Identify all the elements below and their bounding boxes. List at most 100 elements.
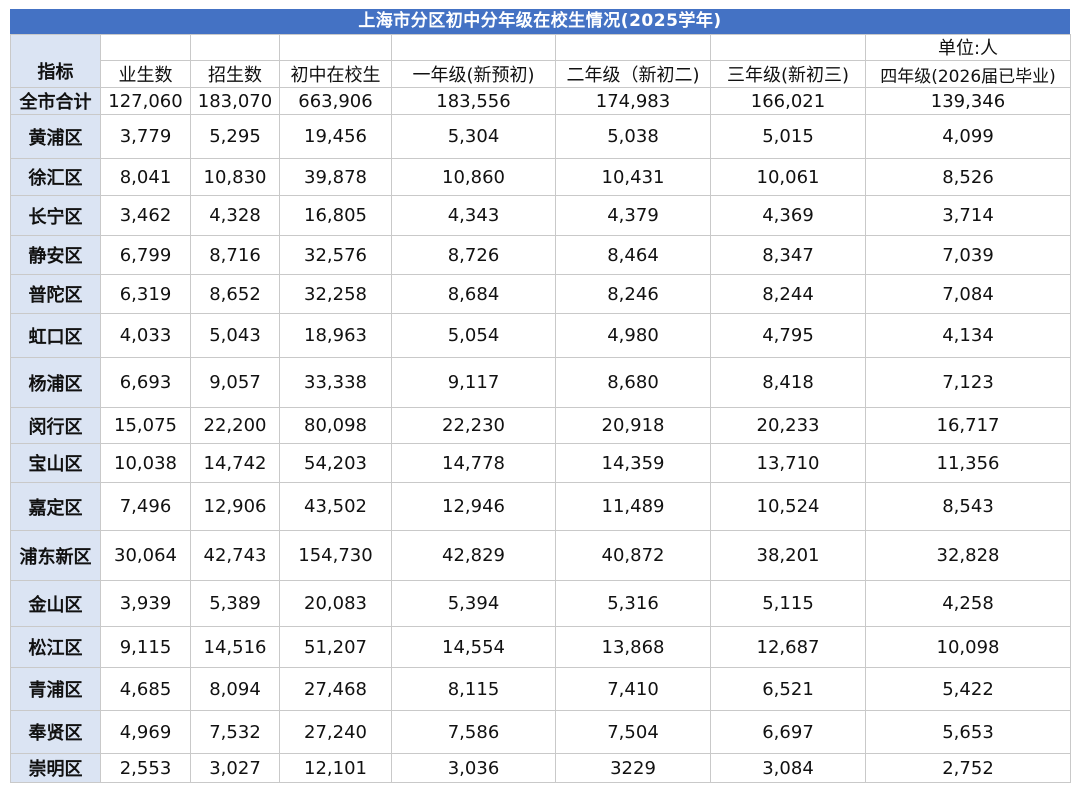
data-cell: 10,431 — [555, 158, 711, 196]
table-row: 松江区 9,115 14,516 51,207 14,554 13,868 12,687 10… — [10, 626, 1071, 668]
data-cell: 3,779 — [100, 114, 191, 159]
data-cell: 663,906 — [279, 87, 392, 115]
blank-cell — [190, 34, 280, 61]
row-label: 松江区 — [10, 626, 101, 668]
data-cell: 8,726 — [391, 235, 556, 275]
data-cell: 12,687 — [710, 626, 866, 668]
data-cell: 3,462 — [100, 195, 191, 236]
data-cell: 20,918 — [555, 407, 711, 444]
row-label: 徐汇区 — [10, 158, 101, 196]
table-row: 徐汇区 8,041 10,830 39,878 10,860 10,431 10,061 8,… — [10, 158, 1071, 196]
row-header-label: 指标 — [10, 34, 101, 88]
table-row: 金山区 3,939 5,389 20,083 5,394 5,316 5,115 4,258 — [10, 580, 1071, 627]
data-cell: 8,684 — [391, 274, 556, 314]
row-label: 杨浦区 — [10, 357, 101, 408]
data-cell: 10,524 — [710, 482, 866, 531]
table-row: 奉贤区 4,969 7,532 27,240 7,586 7,504 6,697 5,653 — [10, 710, 1071, 754]
data-cell: 5,304 — [391, 114, 556, 159]
data-cell: 11,356 — [865, 443, 1071, 483]
table-row: 浦东新区 30,064 42,743 154,730 42,829 40,872 38,20… — [10, 530, 1071, 581]
column-header: 二年级（新初二) — [555, 60, 711, 88]
data-cell: 7,586 — [391, 710, 556, 754]
data-cell: 5,316 — [555, 580, 711, 627]
row-label: 长宁区 — [10, 195, 101, 236]
data-cell: 43,502 — [279, 482, 392, 531]
table-row: 普陀区 6,319 8,652 32,258 8,684 8,246 8,244 7,084 — [10, 274, 1071, 314]
data-cell: 8,094 — [190, 667, 280, 711]
data-cell: 4,379 — [555, 195, 711, 236]
column-header: 三年级(新初三) — [710, 60, 866, 88]
table-row: 闵行区 15,075 22,200 80,098 22,230 20,918 20,233 1… — [10, 407, 1071, 444]
data-cell: 14,742 — [190, 443, 280, 483]
table-row: 静安区 6,799 8,716 32,576 8,726 8,464 8,347 7,039 — [10, 235, 1071, 275]
data-cell: 7,084 — [865, 274, 1071, 314]
data-cell: 6,693 — [100, 357, 191, 408]
data-cell: 15,075 — [100, 407, 191, 444]
data-cell: 51,207 — [279, 626, 392, 668]
data-cell: 80,098 — [279, 407, 392, 444]
data-cell: 12,946 — [391, 482, 556, 531]
data-cell: 7,496 — [100, 482, 191, 531]
data-cell: 4,980 — [555, 313, 711, 358]
data-cell: 5,422 — [865, 667, 1071, 711]
data-cell: 7,532 — [190, 710, 280, 754]
data-cell: 5,043 — [190, 313, 280, 358]
data-cell: 54,203 — [279, 443, 392, 483]
data-cell: 9,115 — [100, 626, 191, 668]
data-cell: 13,868 — [555, 626, 711, 668]
data-cell: 8,418 — [710, 357, 866, 408]
data-cell: 4,258 — [865, 580, 1071, 627]
data-cell: 2,553 — [100, 753, 191, 783]
row-label: 闵行区 — [10, 407, 101, 444]
data-cell: 5,389 — [190, 580, 280, 627]
data-cell: 3,036 — [391, 753, 556, 783]
column-header: 初中在校生 — [279, 60, 392, 88]
table-row: 黄浦区 3,779 5,295 19,456 5,304 5,038 5,015 4,099 — [10, 114, 1071, 159]
data-cell: 11,489 — [555, 482, 711, 531]
data-cell: 14,359 — [555, 443, 711, 483]
data-cell: 2,752 — [865, 753, 1071, 783]
data-cell: 4,099 — [865, 114, 1071, 159]
blank-cell — [391, 34, 556, 61]
data-cell: 8,526 — [865, 158, 1071, 196]
table-row: 青浦区 4,685 8,094 27,468 8,115 7,410 6,521 5,422 — [10, 667, 1071, 711]
data-cell: 8,347 — [710, 235, 866, 275]
data-cell: 30,064 — [100, 530, 191, 581]
row-label: 青浦区 — [10, 667, 101, 711]
data-cell: 5,038 — [555, 114, 711, 159]
data-cell: 5,295 — [190, 114, 280, 159]
data-cell: 4,969 — [100, 710, 191, 754]
table-row: 全市合计 127,060 183,070 663,906 183,556 174,983 1… — [10, 87, 1071, 115]
data-cell: 154,730 — [279, 530, 392, 581]
column-header: 业生数 — [100, 60, 191, 88]
data-cell: 5,115 — [710, 580, 866, 627]
data-cell: 174,983 — [555, 87, 711, 115]
data-cell: 40,872 — [555, 530, 711, 581]
data-cell: 38,201 — [710, 530, 866, 581]
data-cell: 5,394 — [391, 580, 556, 627]
table-row: 虹口区 4,033 5,043 18,963 5,054 4,980 4,795 4,134 — [10, 313, 1071, 358]
data-cell: 10,038 — [100, 443, 191, 483]
data-cell: 10,860 — [391, 158, 556, 196]
data-cell: 39,878 — [279, 158, 392, 196]
data-cell: 7,123 — [865, 357, 1071, 408]
row-label: 全市合计 — [10, 87, 101, 115]
data-cell: 14,554 — [391, 626, 556, 668]
data-cell: 6,319 — [100, 274, 191, 314]
data-cell: 4,343 — [391, 195, 556, 236]
data-cell: 8,652 — [190, 274, 280, 314]
row-label: 宝山区 — [10, 443, 101, 483]
data-cell: 10,830 — [190, 158, 280, 196]
statistics-table-frame: 上海市分区初中分年级在校生情况(2025学年) 指标 单位:人 业生数 招生数 … — [10, 9, 1071, 783]
blank-cell — [555, 34, 711, 61]
data-cell: 16,805 — [279, 195, 392, 236]
table-row: 长宁区 3,462 4,328 16,805 4,343 4,379 4,369 3,714 — [10, 195, 1071, 236]
data-cell: 27,468 — [279, 667, 392, 711]
row-label: 虹口区 — [10, 313, 101, 358]
data-cell: 8,464 — [555, 235, 711, 275]
row-label: 浦东新区 — [10, 530, 101, 581]
data-cell: 32,828 — [865, 530, 1071, 581]
data-cell: 183,070 — [190, 87, 280, 115]
unit-note: 单位:人 — [865, 34, 1071, 61]
data-cell: 9,057 — [190, 357, 280, 408]
